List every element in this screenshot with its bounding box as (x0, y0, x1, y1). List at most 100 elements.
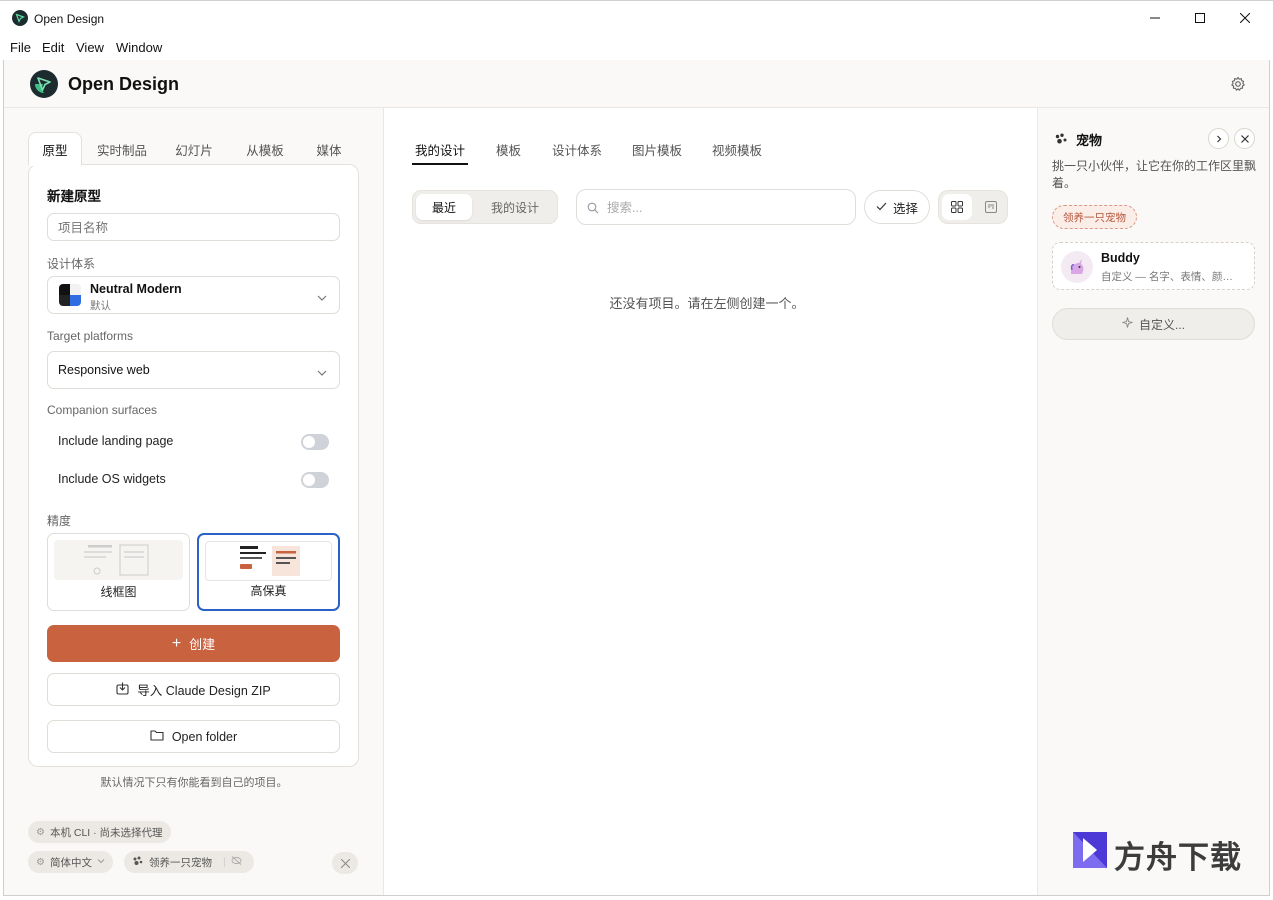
search-icon (587, 201, 599, 219)
platforms-label: Target platforms (47, 329, 134, 343)
window-title: Open Design (34, 12, 105, 26)
chevron-down-icon (317, 290, 327, 308)
main-panel: 我的设计 模板 设计体系 图片模板 视频模板 最近 我的设计 选择 还没有项目。… (384, 108, 1037, 895)
open-folder-label: Open folder (171, 729, 238, 744)
maximize-icon[interactable] (1177, 1, 1223, 35)
design-system-name: Neutral Modern (90, 282, 182, 296)
check-icon (876, 200, 887, 214)
toggle-label-widgets: Include OS widgets (58, 472, 166, 486)
design-system-swatch (59, 284, 81, 306)
platform-select[interactable]: Responsive web (47, 351, 340, 389)
design-system-sub: 默认 (90, 300, 111, 312)
menu-file[interactable]: File (10, 40, 31, 55)
tab-media[interactable]: 媒体 (304, 132, 354, 166)
landing-page-toggle[interactable] (301, 434, 329, 450)
tab-design-systems[interactable]: 设计体系 (552, 140, 602, 159)
gear-icon[interactable] (1230, 76, 1246, 92)
minimize-icon[interactable] (1132, 1, 1178, 35)
watermark-text: 方舟下载 (1114, 840, 1242, 875)
fidelity-hifi-option[interactable]: 高保真 (197, 533, 340, 611)
chip-divider: | (223, 856, 226, 868)
privacy-note: 默认情况下只有你能看到自己的项目。 (100, 777, 288, 789)
import-zip-button[interactable]: 导入 Claude Design ZIP (47, 673, 340, 706)
agent-chip[interactable]: ⚙ 本机 CLI · 尚未选择代理 (28, 821, 171, 843)
chevron-down-icon (317, 365, 327, 383)
design-system-label: 设计体系 (47, 257, 96, 271)
os-widgets-toggle[interactable] (301, 472, 329, 488)
brand-name: Open Design (68, 74, 180, 94)
watermark-logo-icon (1071, 830, 1109, 870)
select-button-label: 选择 (892, 201, 918, 216)
app-logo-icon (12, 10, 28, 26)
sparkle-icon (1122, 317, 1133, 331)
project-name-input[interactable] (58, 219, 328, 237)
kanban-view-icon[interactable] (976, 194, 1006, 220)
plus-icon: + (171, 634, 182, 652)
menu-window[interactable]: Window (116, 40, 162, 55)
tab-image-templates[interactable]: 图片模板 (632, 140, 682, 159)
menu-view[interactable]: View (76, 40, 104, 55)
empty-state-text: 还没有项目。请在左侧创建一个。 (609, 296, 805, 311)
tab-live-artifact[interactable]: 实时制品 (88, 132, 156, 166)
fidelity-wireframe-label: 线框图 (100, 585, 137, 599)
tab-templates[interactable]: 模板 (496, 140, 521, 159)
tab-video-templates[interactable]: 视频模板 (712, 140, 762, 159)
design-system-select[interactable]: Neutral Modern 默认 (47, 276, 340, 314)
hifi-thumbnail (205, 541, 332, 581)
search-input[interactable] (607, 198, 847, 218)
language-chip[interactable]: ⚙ 简体中文 (28, 851, 113, 873)
companion-label: Companion surfaces (47, 403, 158, 417)
unicorn-avatar-icon (1061, 251, 1093, 283)
left-panel: 原型 实时制品 幻灯片 从模板 媒体 新建原型 设计体系 Neutral Mod… (4, 108, 384, 895)
pet-panel: 宠物 挑一只小伙伴，让它在你的工作区里飘着。 领养一只宠物 Buddy 自定义 … (1037, 108, 1269, 895)
open-folder-button[interactable]: Open folder (47, 720, 340, 753)
project-name-field[interactable] (47, 213, 340, 241)
grid-view-icon[interactable] (942, 194, 972, 220)
tab-my-designs[interactable]: 我的设计 (415, 140, 465, 159)
pet-desc: 自定义 — 名字、表情、颜… (1101, 271, 1233, 283)
adopt-pet-chip[interactable]: 领养一只宠物 (1052, 205, 1137, 229)
segment-recent[interactable]: 最近 (416, 194, 472, 220)
tab-from-template[interactable]: 从模板 (232, 132, 298, 166)
chevron-right-icon[interactable] (1208, 128, 1229, 149)
pet-chip[interactable]: 领养一只宠物 | (124, 851, 254, 873)
close-icon[interactable] (1234, 128, 1255, 149)
wireframe-thumbnail (54, 540, 183, 580)
import-icon (116, 682, 129, 698)
pet-panel-title: 宠物 (1076, 133, 1103, 148)
chevron-down-icon (97, 856, 105, 868)
fidelity-hifi-label: 高保真 (250, 584, 287, 598)
pet-panel-description: 挑一只小伙伴，让它在你的工作区里飘着。 (1052, 159, 1257, 190)
close-icon[interactable] (1222, 1, 1268, 35)
import-zip-label: 导入 Claude Design ZIP (137, 684, 271, 698)
fidelity-wireframe-option[interactable]: 线框图 (47, 533, 190, 611)
fidelity-label: 精度 (47, 514, 72, 528)
brand-logo-icon (30, 70, 58, 98)
select-button[interactable]: 选择 (864, 190, 930, 224)
segment-my-designs[interactable]: 我的设计 (477, 194, 553, 220)
title-bar: Open Design (0, 0, 1273, 34)
gear-icon: ⚙ (36, 826, 45, 838)
tab-prototype[interactable]: 原型 (28, 132, 82, 166)
menu-bar: File Edit View Window (0, 34, 1273, 60)
new-prototype-card: 新建原型 设计体系 Neutral Modern 默认 Target platf… (28, 164, 359, 767)
agent-chip-label: 本机 CLI · 尚未选择代理 (49, 826, 163, 839)
globe-icon: ⚙ (36, 856, 45, 868)
create-button[interactable]: + 创建 (47, 625, 340, 662)
toggle-label-landing: Include landing page (58, 434, 174, 448)
pet-card[interactable]: Buddy 自定义 — 名字、表情、颜… (1052, 242, 1255, 290)
section-heading: 新建原型 (47, 189, 101, 204)
tab-slides[interactable]: 幻灯片 (164, 132, 224, 166)
pet-chip-label: 领养一只宠物 (149, 856, 212, 869)
platform-value: Responsive web (58, 363, 150, 377)
eye-off-icon[interactable] (231, 856, 242, 868)
x-social-icon[interactable] (332, 852, 358, 874)
paw-icon (1054, 132, 1068, 150)
menu-edit[interactable]: Edit (42, 40, 64, 55)
active-tab-underline (412, 163, 468, 165)
app-header: Open Design (4, 60, 1269, 108)
search-box[interactable] (576, 189, 856, 225)
create-button-label: 创建 (189, 637, 216, 652)
customize-pet-button[interactable]: 自定义... (1052, 308, 1255, 340)
folder-icon (150, 729, 164, 744)
